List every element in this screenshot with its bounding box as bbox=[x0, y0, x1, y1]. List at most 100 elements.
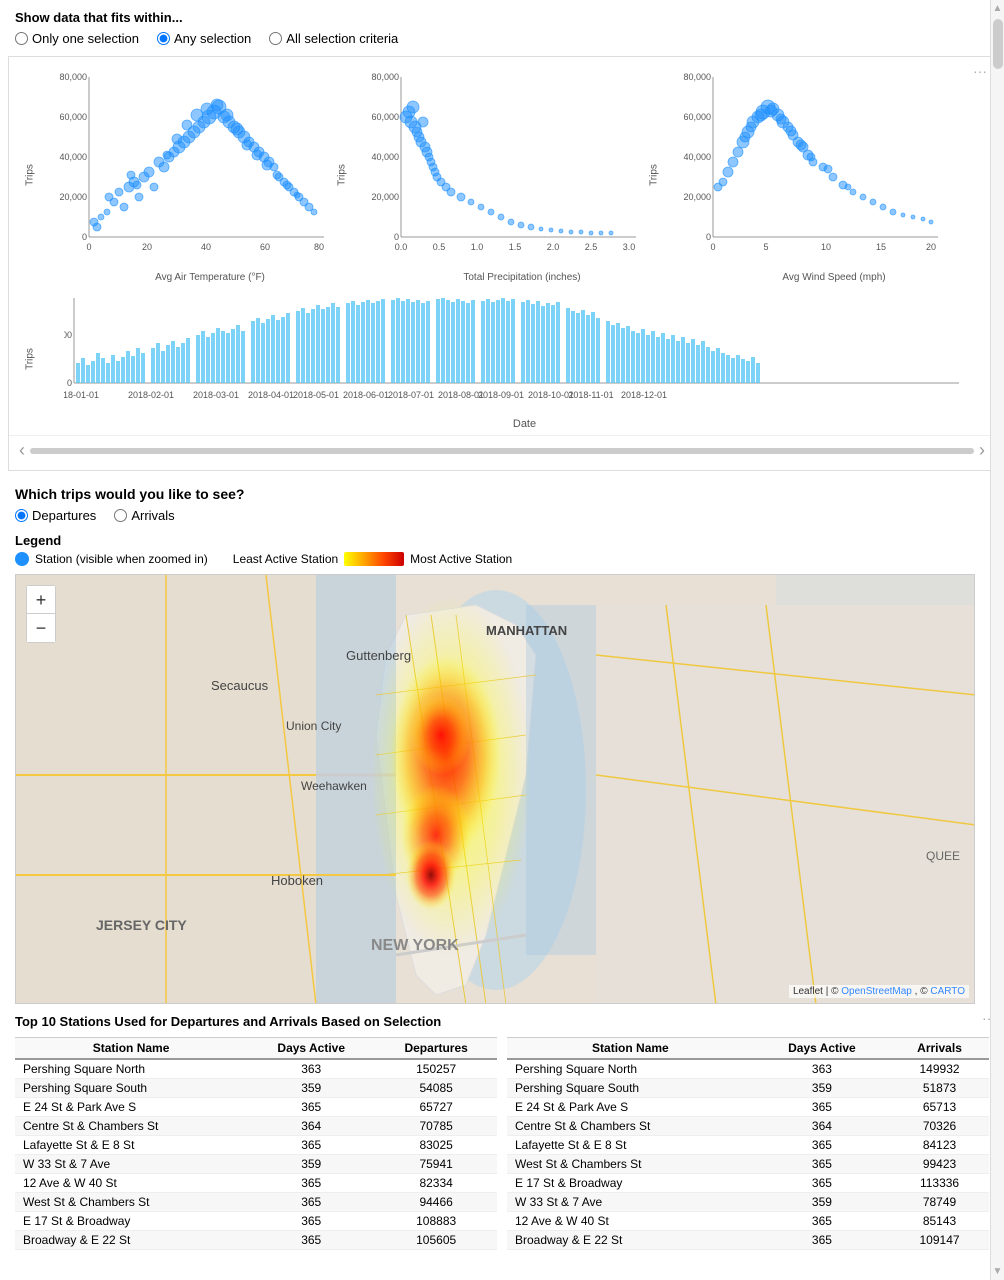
zoom-in-button[interactable]: + bbox=[27, 586, 55, 614]
table-row: Lafayette St & E 8 St36583025 bbox=[15, 1136, 497, 1155]
departures-radio[interactable] bbox=[15, 509, 28, 522]
table-cell: 365 bbox=[247, 1174, 375, 1193]
leaflet-attribution: Leaflet | © bbox=[793, 986, 841, 997]
station-legend-item: Station (visible when zoomed in) bbox=[15, 552, 208, 566]
departures-table: Station Name Days Active Departures Pers… bbox=[15, 1037, 497, 1250]
activity-legend-item: Least Active Station Most Active Station bbox=[233, 552, 512, 566]
table-cell: W 33 St & 7 Ave bbox=[507, 1193, 754, 1212]
scatter3-x-label: Avg Wind Speed (mph) bbox=[683, 272, 985, 283]
scroll-left-button[interactable]: ‹ bbox=[19, 440, 25, 461]
all-selection-label[interactable]: All selection criteria bbox=[269, 31, 398, 46]
table-cell: 109147 bbox=[890, 1231, 989, 1250]
table-cell: 365 bbox=[754, 1136, 890, 1155]
station-dot-icon bbox=[15, 552, 29, 566]
table-cell: 359 bbox=[247, 1079, 375, 1098]
zoom-controls: + − bbox=[26, 585, 56, 643]
any-selection-radio[interactable] bbox=[157, 32, 170, 45]
trips-section: Which trips would you like to see? Depar… bbox=[0, 476, 1004, 528]
svg-text:20: 20 bbox=[926, 242, 936, 252]
table-row: West St & Chambers St36594466 bbox=[15, 1193, 497, 1212]
tables-wrapper: Station Name Days Active Departures Pers… bbox=[15, 1037, 989, 1250]
all-selection-radio[interactable] bbox=[269, 32, 282, 45]
table-cell: 75941 bbox=[375, 1155, 497, 1174]
svg-text:Guttenberg: Guttenberg bbox=[346, 648, 411, 663]
scatter-chart-2: Trips 0 20,000 40,000 60,000 80,000 0.0 … bbox=[371, 67, 673, 283]
vertical-scrollbar[interactable]: ▲ ▼ bbox=[990, 0, 1004, 1260]
scatter-chart-3: Trips 0 20,000 40,000 60,000 80,000 0 5 … bbox=[683, 67, 985, 283]
table-cell: 12 Ave & W 40 St bbox=[15, 1174, 247, 1193]
table-cell: Broadway & E 22 St bbox=[507, 1231, 754, 1250]
svg-text:2018-06-01: 2018-06-01 bbox=[343, 390, 389, 400]
svg-text:10: 10 bbox=[821, 242, 831, 252]
svg-text:3.0: 3.0 bbox=[623, 242, 636, 252]
svg-text:0.5: 0.5 bbox=[433, 242, 446, 252]
svg-text:0: 0 bbox=[394, 232, 399, 242]
openstreetmap-link[interactable]: OpenStreetMap bbox=[841, 986, 912, 997]
svg-text:2018-02-01: 2018-02-01 bbox=[128, 390, 174, 400]
bar-x-label: Date bbox=[64, 418, 985, 430]
table-cell: E 17 St & Broadway bbox=[507, 1174, 754, 1193]
table-cell: 365 bbox=[754, 1212, 890, 1231]
dep-count-header: Departures bbox=[375, 1038, 497, 1060]
map-container[interactable]: Secaucus Guttenberg MANHATTAN Union City… bbox=[15, 574, 975, 1004]
which-trips-title: Which trips would you like to see? bbox=[15, 486, 989, 502]
svg-text:80,000: 80,000 bbox=[59, 72, 87, 82]
svg-text:0: 0 bbox=[710, 242, 715, 252]
svg-text:40,000: 40,000 bbox=[59, 152, 87, 162]
table-cell: 94466 bbox=[375, 1193, 497, 1212]
svg-text:0: 0 bbox=[706, 232, 711, 242]
any-selection-label[interactable]: Any selection bbox=[157, 31, 251, 46]
scroll-right-button[interactable]: › bbox=[979, 440, 985, 461]
arrivals-label[interactable]: Arrivals bbox=[114, 508, 174, 523]
svg-text:40: 40 bbox=[201, 242, 211, 252]
scatter3-svg: 0 20,000 40,000 60,000 80,000 0 5 10 15 … bbox=[683, 67, 943, 267]
only-one-label[interactable]: Only one selection bbox=[15, 31, 139, 46]
svg-text:NEW YORK: NEW YORK bbox=[371, 937, 459, 954]
table-row: W 33 St & 7 Ave35978749 bbox=[507, 1193, 989, 1212]
scatter2-y-label: Trips bbox=[336, 164, 347, 186]
departures-text: Departures bbox=[32, 508, 96, 523]
scatter3-y-label: Trips bbox=[648, 164, 659, 186]
svg-text:5: 5 bbox=[763, 242, 768, 252]
table-cell: 364 bbox=[247, 1117, 375, 1136]
svg-text:80,000: 80,000 bbox=[371, 72, 399, 82]
svg-text:Hoboken: Hoboken bbox=[271, 873, 323, 888]
only-one-radio[interactable] bbox=[15, 32, 28, 45]
table-cell: 12 Ave & W 40 St bbox=[507, 1212, 754, 1231]
svg-text:80: 80 bbox=[314, 242, 324, 252]
scatter1-y-label: Trips bbox=[24, 164, 35, 186]
table-cell: 365 bbox=[754, 1174, 890, 1193]
svg-text:80,000: 80,000 bbox=[683, 72, 711, 82]
legend-section: Legend Station (visible when zoomed in) … bbox=[0, 528, 1004, 574]
svg-text:20,000: 20,000 bbox=[59, 192, 87, 202]
svg-text:Weehawken: Weehawken bbox=[301, 779, 367, 793]
table-cell: E 24 St & Park Ave S bbox=[507, 1098, 754, 1117]
selection-radio-group: Only one selection Any selection All sel… bbox=[15, 31, 989, 46]
table-cell: 84123 bbox=[890, 1136, 989, 1155]
departures-label[interactable]: Departures bbox=[15, 508, 96, 523]
svg-text:0: 0 bbox=[67, 378, 72, 388]
svg-text:1.5: 1.5 bbox=[509, 242, 522, 252]
dep-days-header: Days Active bbox=[247, 1038, 375, 1060]
any-selection-text: Any selection bbox=[174, 31, 251, 46]
arrivals-radio[interactable] bbox=[114, 509, 127, 522]
table-cell: 113336 bbox=[890, 1174, 989, 1193]
scroll-up-arrow[interactable]: ▲ bbox=[991, 3, 1004, 14]
map-svg: Secaucus Guttenberg MANHATTAN Union City… bbox=[16, 575, 975, 1004]
scroll-thumb[interactable] bbox=[993, 19, 1003, 69]
svg-text:2.0: 2.0 bbox=[547, 242, 560, 252]
table-cell: 365 bbox=[754, 1155, 890, 1174]
charts-panel: ··· Trips 0 20,000 40,000 60,000 80,000 … bbox=[8, 56, 996, 471]
svg-text:2018-12-01: 2018-12-01 bbox=[621, 390, 667, 400]
table-cell: E 24 St & Park Ave S bbox=[15, 1098, 247, 1117]
svg-text:60: 60 bbox=[260, 242, 270, 252]
table-cell: Lafayette St & E 8 St bbox=[15, 1136, 247, 1155]
most-active-label: Most Active Station bbox=[410, 552, 512, 566]
svg-text:JERSEY CITY: JERSEY CITY bbox=[96, 917, 187, 933]
carto-link[interactable]: CARTO bbox=[930, 986, 965, 997]
bar-chart-panel: Trips 0 50,000 bbox=[9, 283, 995, 435]
table-cell: 365 bbox=[247, 1193, 375, 1212]
table-cell: 65727 bbox=[375, 1098, 497, 1117]
zoom-out-button[interactable]: − bbox=[27, 614, 55, 642]
table-row: 12 Ave & W 40 St36585143 bbox=[507, 1212, 989, 1231]
